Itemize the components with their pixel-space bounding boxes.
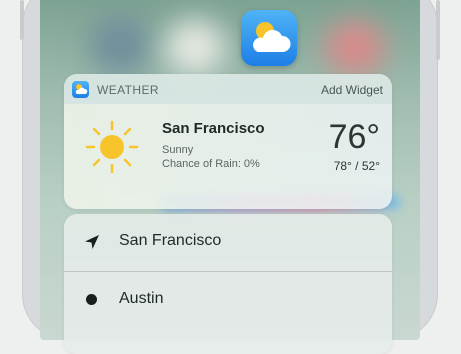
quick-action-item[interactable]: San Francisco bbox=[64, 214, 392, 270]
phone-side-button bbox=[20, 0, 24, 40]
add-widget-button[interactable]: Add Widget bbox=[321, 83, 383, 97]
location-arrow-icon bbox=[85, 235, 99, 249]
weather-condition: Sunny bbox=[162, 144, 194, 156]
phone-side-button bbox=[436, 0, 440, 60]
weather-app-icon[interactable] bbox=[241, 10, 297, 66]
quick-action-item[interactable]: Austin bbox=[64, 272, 392, 328]
blurred-app-icon bbox=[325, 20, 385, 75]
city-name: San Francisco bbox=[162, 120, 265, 137]
widget-body: San Francisco Sunny Chance of Rain: 0% 7… bbox=[64, 104, 392, 209]
quick-actions-menu: San Francisco Austin bbox=[64, 214, 392, 354]
blurred-app-icon bbox=[90, 15, 150, 75]
widget-app-name: WEATHER bbox=[97, 83, 159, 97]
sun-icon bbox=[85, 120, 139, 174]
current-temperature: 76° bbox=[328, 118, 380, 156]
sun-cloud-icon bbox=[253, 22, 291, 52]
weather-widget[interactable]: WEATHER Add Widget San Francisco Sunny C… bbox=[64, 74, 392, 209]
dot-icon bbox=[86, 294, 97, 305]
chance-of-rain: Chance of Rain: 0% bbox=[162, 158, 260, 170]
blurred-app-icon bbox=[165, 20, 225, 75]
weather-small-icon bbox=[72, 81, 89, 98]
high-low-temperature: 78° / 52° bbox=[333, 159, 380, 173]
quick-action-label: Austin bbox=[119, 290, 164, 307]
quick-action-label: San Francisco bbox=[119, 232, 222, 249]
widget-header: WEATHER Add Widget bbox=[64, 74, 392, 104]
